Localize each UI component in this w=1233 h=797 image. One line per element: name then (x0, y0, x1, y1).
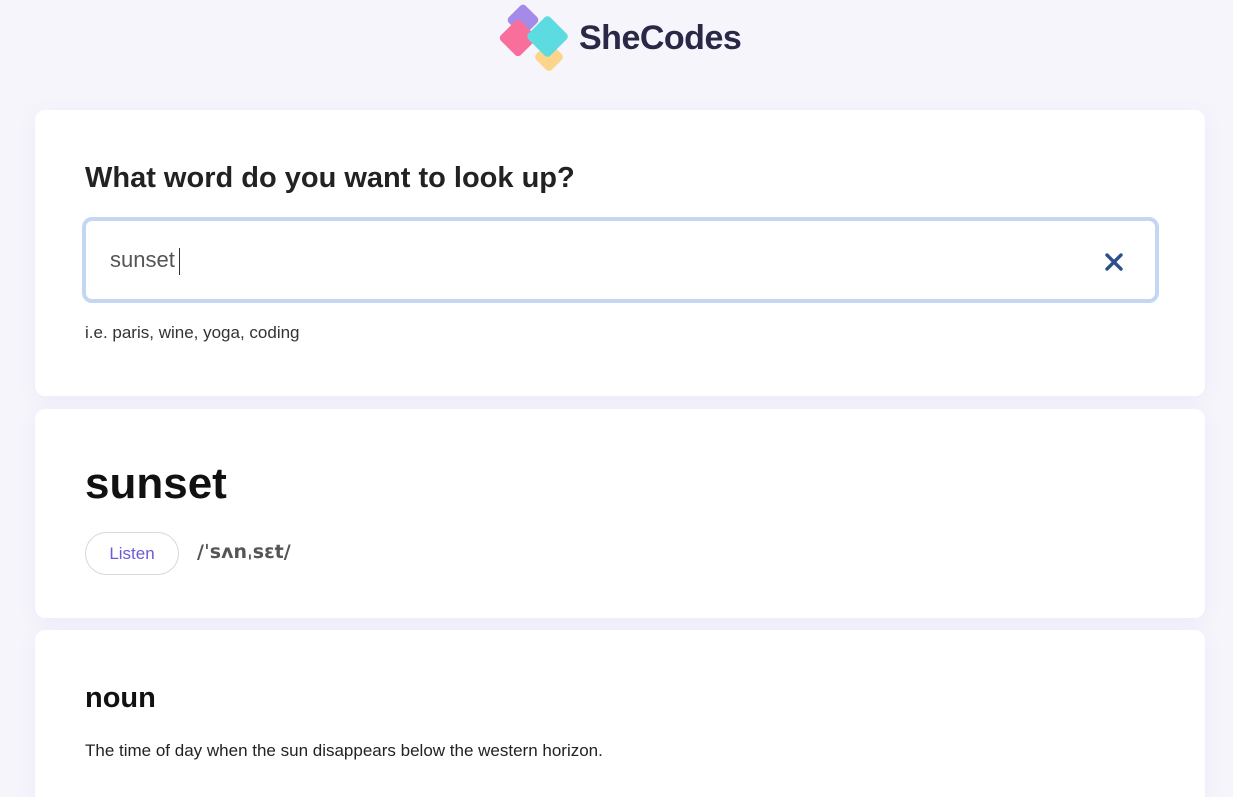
logo-wordmark: SheCodes (579, 19, 742, 57)
shecodes-logo[interactable]: SheCodes (498, 2, 758, 74)
text-caret (179, 248, 180, 275)
search-card: What word do you want to look up? i.e. p… (35, 110, 1205, 396)
listen-button[interactable]: Listen (85, 532, 179, 575)
word-card: sunset Listen /ˈsʌnˌsɛt/ (35, 409, 1205, 618)
shecodes-logo-mark-icon (499, 4, 568, 71)
word-title: sunset (85, 459, 227, 508)
part-of-speech: noun (85, 682, 156, 714)
phonetic-text: /ˈsʌnˌsɛt/ (197, 541, 291, 563)
search-hint: i.e. paris, wine, yoga, coding (85, 323, 300, 342)
search-question: What word do you want to look up? (85, 162, 575, 194)
close-icon[interactable] (1101, 249, 1127, 275)
search-box[interactable] (82, 217, 1159, 303)
definition-text: The time of day when the sun disappears … (85, 741, 603, 760)
meaning-card: noun The time of day when the sun disapp… (35, 630, 1205, 797)
search-input[interactable] (110, 239, 1070, 281)
header: SheCodes (0, 0, 1233, 80)
